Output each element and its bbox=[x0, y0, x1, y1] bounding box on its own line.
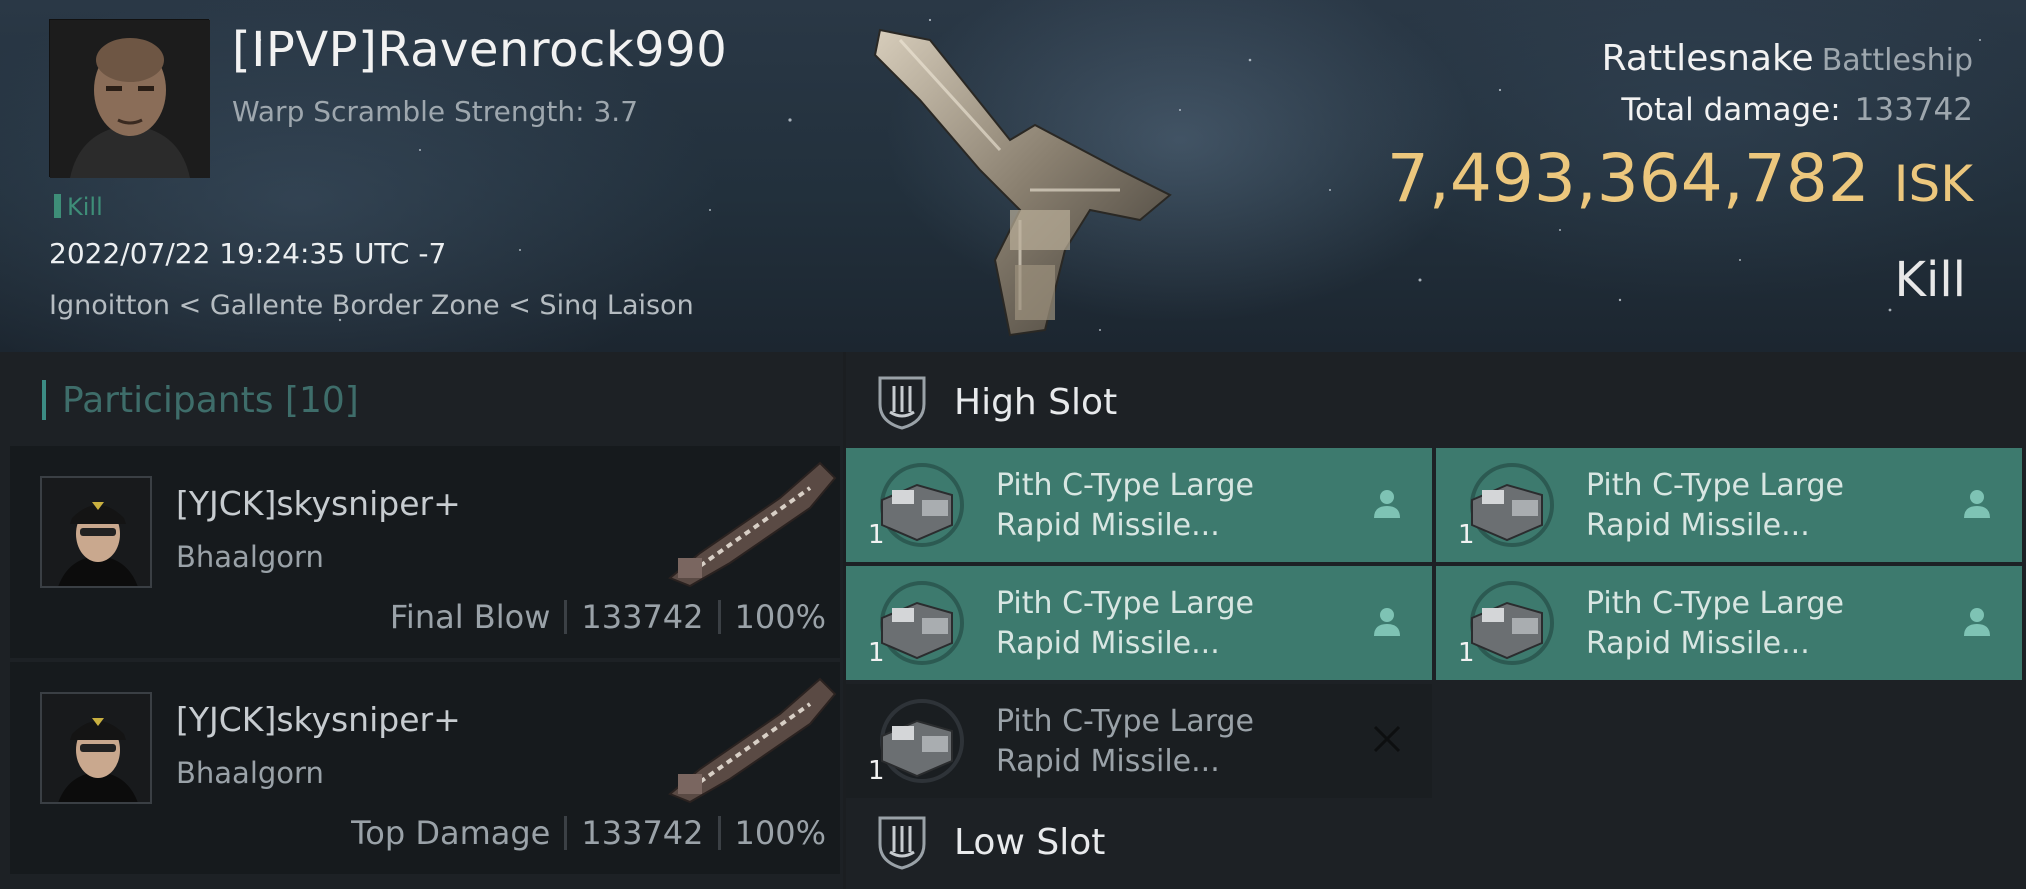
module-name-line2: Rapid Missile... bbox=[1586, 626, 1810, 661]
missile-launcher-icon bbox=[1470, 463, 1554, 547]
killmail-header: [IPVP]Ravenrock990 Warp Scramble Strengt… bbox=[0, 0, 2026, 352]
kill-tag-label: Kill bbox=[67, 193, 103, 221]
participant-percent: 100% bbox=[734, 814, 826, 852]
module-name-line2: Rapid Missile... bbox=[996, 508, 1220, 543]
isk-value: 7,493,364,782 ISK bbox=[1387, 140, 1973, 217]
module-name-line2: Rapid Missile... bbox=[1586, 508, 1810, 543]
dropped-icon bbox=[1374, 608, 1400, 636]
ship-class: Battleship bbox=[1821, 43, 1973, 78]
fitting-panel: High Slot 1 Pith C-Type Large Rapid Missi… bbox=[846, 352, 2026, 889]
missile-launcher-icon bbox=[1470, 581, 1554, 665]
participants-count: [10] bbox=[284, 380, 359, 421]
dropped-icon bbox=[1374, 490, 1400, 518]
participants-header[interactable]: Participants [10] bbox=[0, 352, 843, 444]
module-name: Pith C-Type Large Rapid Missile... bbox=[1586, 466, 1966, 546]
dropped-icon bbox=[1964, 490, 1990, 518]
warp-scramble-strength: Warp Scramble Strength: 3.7 bbox=[232, 95, 639, 128]
participant-role: Final Blow bbox=[389, 598, 551, 636]
participant-stats: Final Blow 133742 100% bbox=[390, 598, 826, 636]
module-name: Pith C-Type Large Rapid Missile... bbox=[996, 702, 1376, 782]
module-name-line1: Pith C-Type Large bbox=[996, 704, 1254, 739]
participant-avatar[interactable] bbox=[40, 692, 152, 804]
module-quantity: 1 bbox=[1458, 520, 1475, 550]
module-name: Pith C-Type Large Rapid Missile... bbox=[996, 466, 1376, 546]
participant-ship-icon bbox=[668, 677, 837, 804]
participants-title-label: Participants bbox=[62, 380, 274, 421]
module-name-line1: Pith C-Type Large bbox=[996, 586, 1254, 621]
total-damage: Total damage: 133742 bbox=[1621, 92, 1973, 128]
module-quantity: 1 bbox=[868, 756, 885, 786]
participant-row[interactable]: [YJCK]skysniper+ Bhaalgorn Final Blow 13… bbox=[10, 446, 840, 658]
module-name: Pith C-Type Large Rapid Missile... bbox=[996, 584, 1376, 664]
participant-stats: Top Damage 133742 100% bbox=[351, 814, 826, 852]
ship-render-icon bbox=[873, 28, 1172, 337]
pilot-name[interactable]: [IPVP]Ravenrock990 bbox=[232, 22, 727, 78]
missile-launcher-icon bbox=[880, 463, 964, 547]
participant-role: Top Damage bbox=[351, 814, 551, 852]
stats-divider bbox=[564, 816, 568, 850]
kill-location[interactable]: Ignoitton < Gallente Border Zone < Sinq … bbox=[49, 290, 694, 321]
dropped-icon bbox=[1964, 608, 1990, 636]
low-slot-header[interactable]: Low Slot bbox=[846, 792, 2026, 886]
stats-divider bbox=[717, 816, 721, 850]
isk-unit: ISK bbox=[1893, 155, 1973, 213]
total-damage-value: 133742 bbox=[1854, 92, 1973, 128]
destroyed-icon bbox=[1373, 725, 1401, 753]
victim-ship[interactable]: Rattlesnake Battleship bbox=[1602, 38, 1973, 79]
low-slot-icon bbox=[878, 816, 926, 870]
participant-name[interactable]: [YJCK]skysniper+ bbox=[176, 484, 461, 523]
module-name-line2: Rapid Missile... bbox=[996, 744, 1220, 779]
participant-ship: Bhaalgorn bbox=[176, 540, 324, 574]
participant-avatar[interactable] bbox=[40, 476, 152, 588]
module-item[interactable]: 1 Pith C-Type Large Rapid Missile... bbox=[846, 448, 1432, 562]
high-slot-header[interactable]: High Slot bbox=[846, 352, 2026, 446]
isk-amount: 7,493,364,782 bbox=[1386, 140, 1870, 217]
ship-name: Rattlesnake bbox=[1601, 38, 1814, 79]
module-quantity: 1 bbox=[1458, 638, 1475, 668]
stats-divider bbox=[564, 600, 568, 634]
missile-launcher-icon bbox=[880, 699, 964, 783]
total-damage-label: Total damage: bbox=[1621, 92, 1841, 128]
participant-damage: 133742 bbox=[581, 598, 704, 636]
participant-ship: Bhaalgorn bbox=[176, 756, 324, 790]
kill-tag: Kill bbox=[54, 193, 103, 221]
kill-tag-bar bbox=[54, 194, 61, 218]
module-name-line1: Pith C-Type Large bbox=[1586, 586, 1844, 621]
kill-result: Kill bbox=[1894, 252, 1966, 308]
module-item[interactable]: 1 Pith C-Type Large Rapid Missile... bbox=[1436, 448, 2022, 562]
high-slot-title: High Slot bbox=[954, 382, 1118, 423]
module-name: Pith C-Type Large Rapid Missile... bbox=[1586, 584, 1966, 664]
module-item[interactable]: 1 Pith C-Type Large Rapid Missile... bbox=[846, 566, 1432, 680]
module-name-line1: Pith C-Type Large bbox=[996, 468, 1254, 503]
participant-percent: 100% bbox=[734, 598, 826, 636]
module-name-line1: Pith C-Type Large bbox=[1586, 468, 1844, 503]
module-item[interactable]: 1 Pith C-Type Large Rapid Missile... bbox=[1436, 566, 2022, 680]
module-item[interactable]: 1 Pith C-Type Large Rapid Missile... bbox=[846, 684, 1432, 798]
participants-accent bbox=[42, 380, 46, 420]
stats-divider bbox=[717, 600, 721, 634]
participant-ship-icon bbox=[668, 461, 837, 588]
module-quantity: 1 bbox=[868, 638, 885, 668]
module-name-line2: Rapid Missile... bbox=[996, 626, 1220, 661]
high-slot-icon bbox=[878, 376, 926, 430]
participant-name[interactable]: [YJCK]skysniper+ bbox=[176, 700, 461, 739]
low-slot-title: Low Slot bbox=[954, 822, 1106, 863]
participant-damage: 133742 bbox=[581, 814, 704, 852]
participants-panel: Participants [10] [YJCK]skysniper+ Bhaal… bbox=[0, 352, 843, 889]
missile-launcher-icon bbox=[880, 581, 964, 665]
module-quantity: 1 bbox=[868, 520, 885, 550]
kill-datetime: 2022/07/22 19:24:35 UTC -7 bbox=[49, 237, 447, 270]
participant-row[interactable]: [YJCK]skysniper+ Bhaalgorn Top Damage 13… bbox=[10, 662, 840, 874]
pilot-portrait[interactable] bbox=[49, 19, 210, 178]
participants-title: Participants [10] bbox=[62, 380, 359, 421]
